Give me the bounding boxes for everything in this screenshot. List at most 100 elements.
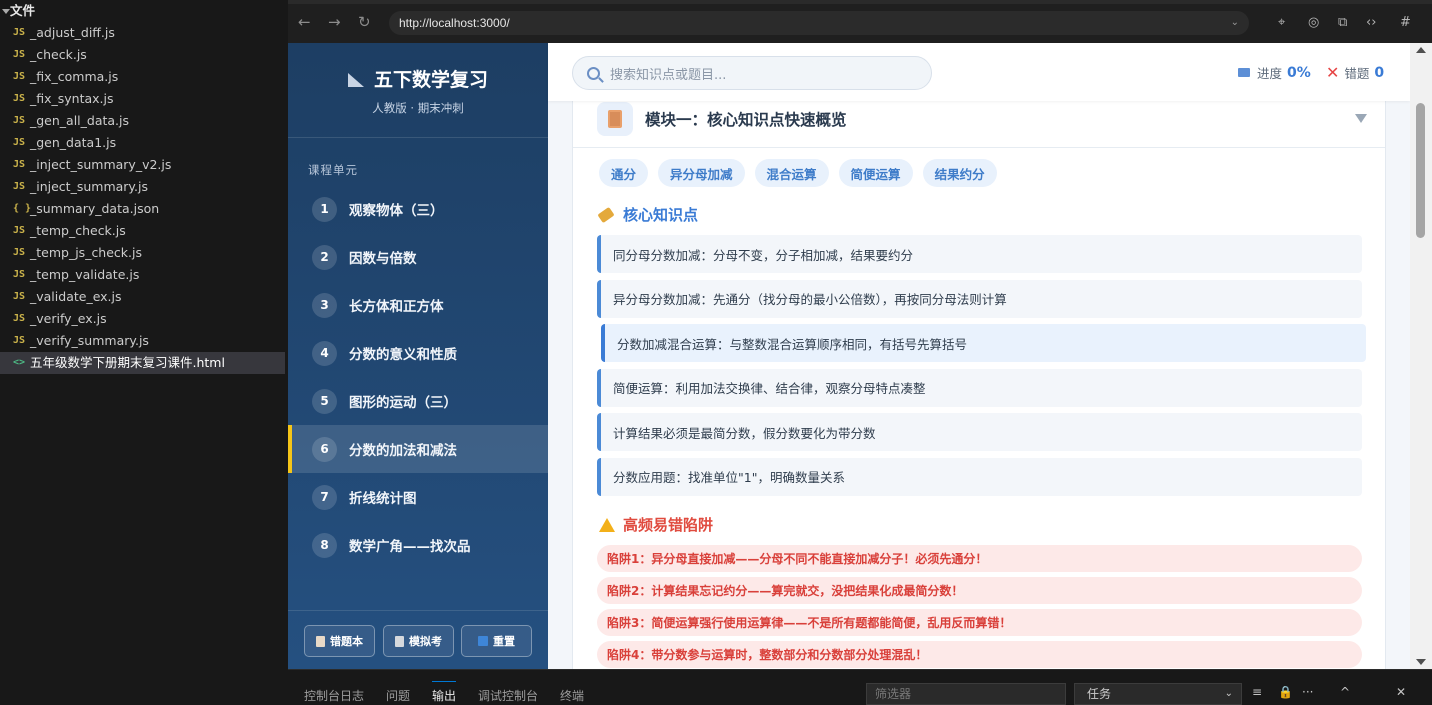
file-name: 五年级数学下册期末复习课件.html (30, 355, 225, 370)
target-icon[interactable]: ◎ (1308, 15, 1319, 30)
chevron-down-icon[interactable] (1355, 114, 1367, 123)
knowledge-point[interactable]: 分数应用题：找准单位"1"，明确数量关系 (597, 457, 1362, 496)
file-item[interactable]: { } _summary_data.json (0, 198, 285, 220)
file-item[interactable]: JS _gen_all_data.js (0, 110, 285, 132)
sidebar-unit-2[interactable]: 2 因数与倍数 (288, 233, 548, 281)
js-file-icon: JS (13, 291, 26, 302)
scroll-up-icon[interactable] (1416, 47, 1426, 53)
file-item[interactable]: JS _gen_data1.js (0, 132, 285, 154)
hash-icon[interactable]: # (1400, 15, 1411, 30)
divider (288, 137, 548, 138)
module-header[interactable]: 模块一：核心知识点快速概览 (573, 101, 1385, 148)
tab-console-log[interactable]: 控制台日志 (304, 687, 364, 704)
traps-title: 高频易错陷阱 (599, 514, 713, 535)
mock-exam-button[interactable]: 模拟考 (383, 625, 454, 657)
mock-exam-label: 模拟考 (409, 635, 442, 648)
tab-problems[interactable]: 问题 (386, 687, 410, 704)
scroll-down-icon[interactable] (1416, 659, 1426, 665)
file-item[interactable]: <> 五年级数学下册期末复习课件.html (0, 352, 285, 374)
js-file-icon: JS (13, 159, 26, 170)
trap-item[interactable]: 陷阱3：简便运算强行使用运算律——不是所有题都能简便，乱用反而算错！ (597, 609, 1362, 636)
file-name: _temp_validate.js (30, 267, 140, 282)
js-file-icon: JS (13, 49, 26, 60)
bottom-panel-bar: 控制台日志 问题 输出 调试控制台 终端 筛选器 任务 ⌄ ≡ 🔒 ··· ^ … (288, 669, 1432, 705)
knowledge-point[interactable]: 分数加减混合运算：与整数混合运算顺序相同，有括号先算括号 (601, 324, 1366, 362)
url-bar[interactable]: http://localhost:3000/ ⌄ (389, 11, 1249, 35)
topic-tag[interactable]: 混合运算 (754, 159, 829, 187)
back-arrow-icon[interactable]: ← (298, 13, 311, 31)
sidebar-unit-7[interactable]: 7 折线统计图 (288, 473, 548, 521)
file-item[interactable]: JS _temp_check.js (0, 220, 285, 242)
forward-arrow-icon[interactable]: → (328, 13, 341, 31)
tab-debug-console[interactable]: 调试控制台 (478, 687, 538, 704)
code-icon[interactable]: ‹› (1366, 15, 1376, 30)
module-title: 模块一：核心知识点快速概览 (645, 110, 847, 129)
content-scroll-area: 模块一：核心知识点快速概览 通分 异分母加减 混合运算 简便运算 结果约分 核心知识点 … (548, 101, 1410, 669)
file-item[interactable]: JS _temp_validate.js (0, 264, 285, 286)
knowledge-point[interactable]: 简便运算：利用加法交换律、结合律，观察分母特点凑整 (597, 368, 1362, 407)
explorer-title[interactable]: 文件 (0, 0, 285, 22)
file-item[interactable]: JS _check.js (0, 44, 285, 66)
tab-output[interactable]: 输出 (432, 681, 457, 704)
reset-button[interactable]: 重置 (461, 625, 532, 657)
file-item[interactable]: JS _adjust_diff.js (0, 22, 285, 44)
file-item[interactable]: JS _fix_syntax.js (0, 88, 285, 110)
file-name: _temp_check.js (30, 223, 126, 238)
brand: 五下数学复习 (288, 65, 548, 92)
book-icon (1238, 68, 1250, 77)
file-name: _inject_summary.js (30, 179, 148, 194)
file-item[interactable]: JS _verify_summary.js (0, 330, 285, 352)
js-file-icon: JS (13, 115, 26, 126)
trap-item[interactable]: 陷阱4：带分数参与运算时，整数部分和分数部分处理混乱！ (597, 641, 1362, 668)
search-input[interactable]: 搜索知识点或题目... (572, 56, 932, 90)
file-item[interactable]: JS _inject_summary_v2.js (0, 154, 285, 176)
task-select[interactable]: 任务 ⌄ (1074, 683, 1242, 705)
unit-label: 数学广角——找次品 (349, 539, 471, 555)
scroll-thumb[interactable] (1416, 103, 1425, 238)
file-item[interactable]: JS _validate_ex.js (0, 286, 285, 308)
cursor-select-icon[interactable]: ⌖ (1278, 15, 1285, 30)
sidebar-unit-3[interactable]: 3 长方体和正方体 (288, 281, 548, 329)
sidebar-unit-5[interactable]: 5 图形的运动（三） (288, 377, 548, 425)
vertical-scrollbar[interactable] (1410, 43, 1432, 669)
js-file-icon: JS (13, 27, 26, 38)
trap-item[interactable]: 陷阱2：计算结果忘记约分——算完就交，没把结果化成最简分数！ (597, 577, 1362, 604)
brand-subtitle: 人教版 · 期末冲刺 (372, 101, 464, 115)
topic-tag[interactable]: 简便运算 (838, 159, 913, 187)
file-item[interactable]: JS _fix_comma.js (0, 66, 285, 88)
chevron-down-icon[interactable]: ⌄ (1231, 11, 1239, 35)
notebook-icon (316, 635, 325, 647)
unit-label: 图形的运动（三） (349, 395, 457, 411)
clipboard-icon (597, 101, 633, 136)
knowledge-point[interactable]: 异分母分数加减：先通分（找分母的最小公倍数），再按同分母法则计算 (597, 279, 1362, 318)
sidebar-unit-6[interactable]: 6 分数的加法和减法 (288, 425, 548, 473)
json-file-icon: { } (13, 203, 32, 214)
wrong-label: 错题 (1344, 66, 1370, 81)
tab-terminal[interactable]: 终端 (560, 687, 584, 704)
trap-item[interactable]: 陷阱1：异分母直接加减——分母不同不能直接加减分子！必须先通分！ (597, 545, 1362, 572)
traps-title-text: 高频易错陷阱 (623, 516, 714, 534)
topic-tag[interactable]: 结果约分 (922, 159, 997, 187)
sidebar-unit-8[interactable]: 8 数学广角——找次品 (288, 521, 548, 569)
app-viewport: 五下数学复习 人教版 · 期末冲刺 课程单元 1 观察物体（三） 2 因数与倍数 3 长方… (288, 43, 1410, 669)
unit-number: 5 (312, 388, 337, 414)
topic-tag[interactable]: 异分母加减 (658, 159, 745, 187)
tag-list: 通分 异分母加减 混合运算 简便运算 结果约分 (599, 159, 1007, 187)
task-select-value: 任务 (1087, 687, 1112, 701)
file-item[interactable]: JS _verify_ex.js (0, 308, 285, 330)
sidebar-unit-4[interactable]: 4 分数的意义和性质 (288, 329, 548, 377)
screenshot-icon[interactable]: ⧉ (1338, 15, 1347, 30)
file-item[interactable]: JS _temp_js_check.js (0, 242, 285, 264)
chevron-down-icon[interactable]: ⌄ (1225, 684, 1233, 704)
js-file-icon: JS (13, 137, 26, 148)
knowledge-point[interactable]: 计算结果必须是最简分数，假分数要化为带分数 (597, 413, 1362, 451)
wrong-book-button[interactable]: 错题本 (304, 625, 375, 657)
sidebar-unit-1[interactable]: 1 观察物体（三） (288, 185, 548, 233)
search-icon (587, 66, 600, 80)
topic-tag[interactable]: 通分 (599, 159, 649, 187)
reload-icon[interactable]: ↻ (358, 13, 371, 31)
knowledge-point[interactable]: 同分母分数加减：分母不变，分子相加减，结果要约分 (597, 235, 1362, 273)
file-item[interactable]: JS _inject_summary.js (0, 176, 285, 198)
unit-number: 3 (312, 292, 337, 318)
filter-input[interactable]: 筛选器 (866, 683, 1066, 705)
